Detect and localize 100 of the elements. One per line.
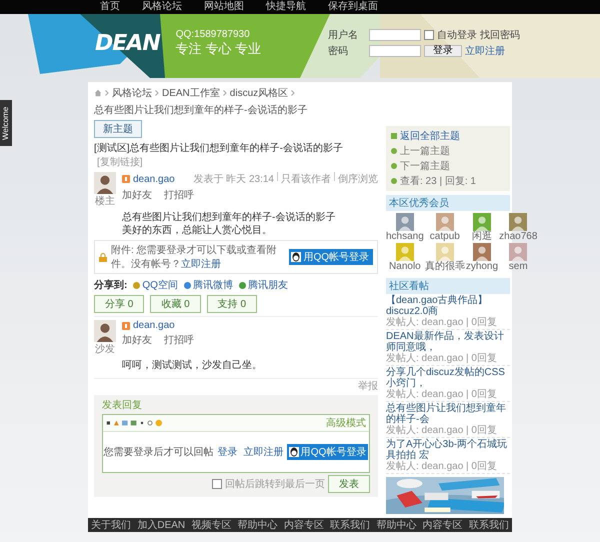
- share-link[interactable]: 腾讯朋友: [238, 278, 288, 292]
- footer-link[interactable]: 视频专区: [191, 518, 232, 532]
- jump-label: 回帖后跳转到最后一页: [225, 478, 325, 491]
- site-logo[interactable]: DEAN: [95, 30, 160, 56]
- share-count-button[interactable]: 支持 0: [206, 295, 258, 313]
- member-link[interactable]: 真的很乖: [424, 243, 465, 272]
- avatar-icon: [472, 243, 491, 261]
- thread-title: 总有些图片让我们想到童年的样子-会说话的影子: [130, 143, 343, 154]
- author-link[interactable]: dean.gao: [133, 174, 175, 184]
- chevron-icon: [222, 90, 227, 96]
- top-nav-link[interactable]: 保存到桌面: [328, 1, 378, 13]
- member-link[interactable]: zhao768: [499, 213, 538, 242]
- author-action-link[interactable]: 加好友: [122, 333, 152, 347]
- chevron-icon: [105, 90, 109, 96]
- reply-title: 发表回复: [102, 398, 143, 412]
- lock-icon: [99, 252, 107, 262]
- new-topic-button[interactable]: 新主题: [94, 120, 142, 138]
- jump-checkbox[interactable]: [212, 479, 222, 489]
- thread-category: [测试区]: [94, 143, 130, 154]
- register-link[interactable]: 立即注册: [181, 259, 221, 270]
- username-field[interactable]: [369, 28, 421, 40]
- footer-link[interactable]: 内容专区: [284, 518, 324, 532]
- breadcrumb-link[interactable]: 总有些图片让我们想到童年的样子-会说话的影子: [94, 103, 308, 117]
- top-nav-link[interactable]: 风格论坛: [142, 1, 182, 13]
- qq-login-button[interactable]: 用QQ帐号登录: [289, 249, 373, 265]
- breadcrumb-link[interactable]: 风格论坛: [112, 86, 152, 100]
- footer-link[interactable]: 加入DEAN: [137, 518, 186, 532]
- avatar-icon: [436, 213, 454, 231]
- member-link[interactable]: zyhong: [466, 243, 498, 272]
- thread-link[interactable]: 【dean.gao古典作品】discuz2.0商: [386, 295, 510, 317]
- thread-link[interactable]: 为了A开心心3b-两个石城玩具拍拍 宏: [386, 439, 510, 461]
- penguin-icon: [291, 252, 302, 262]
- home-icon[interactable]: [94, 89, 102, 97]
- share-label: 分享到:: [94, 278, 128, 292]
- submit-button[interactable]: 发表: [328, 475, 370, 493]
- thread-meta: 发帖人: dean.gao | 0回复: [386, 353, 498, 364]
- footer-link[interactable]: 关于我们: [91, 518, 132, 532]
- auto-login-label: 自动登录: [437, 28, 477, 42]
- avatar-icon: [396, 213, 414, 231]
- top-nav-link[interactable]: 首页: [100, 1, 120, 13]
- thread-link[interactable]: 总有些图片让我们想到童年的样子-会: [386, 403, 510, 425]
- avatar-icon[interactable]: [94, 172, 116, 194]
- post-text: 呵呵，测试测试，沙发自己坐。: [122, 359, 263, 372]
- thread-nav-link[interactable]: 返回全部主题: [400, 129, 460, 143]
- footer-link[interactable]: 帮助中心: [238, 518, 278, 532]
- member-link[interactable]: hchsang: [386, 213, 424, 242]
- advanced-mode-link[interactable]: 高级模式: [326, 416, 366, 430]
- thread-link[interactable]: 分享几个discuz发帖的CSS小窍门，: [386, 367, 510, 389]
- thread-nav-link[interactable]: 下一篇主题: [400, 159, 450, 173]
- footer-link[interactable]: 联系我们: [468, 518, 509, 532]
- attachment-notice: 附件: 您需要登录才可以下载或查看附件。没有帐号？立即注册: [111, 244, 278, 271]
- breadcrumb-link[interactable]: DEAN工作室: [162, 86, 220, 100]
- section-header: 社区看帖: [386, 278, 510, 294]
- slogan: 专注 专心 专业: [176, 40, 261, 58]
- thread-link[interactable]: DEAN最新作品，发表设计师同意哦，: [386, 331, 510, 353]
- thread-meta: 发帖人: dean.gao | 0回复: [386, 389, 498, 400]
- forgot-password-link[interactable]: 找回密码: [480, 28, 520, 42]
- share-count-button[interactable]: 收藏 0: [150, 295, 201, 313]
- reply-editor[interactable]: 高级模式 您需要登录后才可以回帖 登录 立即注册 用QQ帐号登录: [102, 414, 370, 473]
- penguin-icon: [288, 447, 299, 457]
- password-field[interactable]: [369, 44, 421, 56]
- welcome-tab[interactable]: Welcome: [0, 100, 12, 146]
- member-link[interactable]: Nanolo: [386, 243, 424, 272]
- qq-login-button[interactable]: 用QQ帐号登录: [286, 444, 368, 460]
- dot-icon: [391, 148, 397, 154]
- avatar-icon: [436, 243, 454, 261]
- register-link[interactable]: 立即注册: [244, 445, 284, 459]
- avatar-icon[interactable]: [94, 320, 116, 342]
- dot-icon: [391, 163, 397, 169]
- top-nav-link[interactable]: 网站地图: [204, 1, 244, 13]
- author-action-link[interactable]: 打招呼: [164, 333, 194, 347]
- share-count-button[interactable]: 分享 0: [94, 295, 144, 313]
- thread-nav-link[interactable]: 上一篇主题: [400, 144, 450, 158]
- member-link[interactable]: 闲逛: [466, 213, 498, 242]
- username-label: 用户名: [328, 28, 359, 42]
- author-link[interactable]: dean.gao: [133, 320, 175, 331]
- share-link[interactable]: QQ空间: [133, 278, 178, 292]
- login-button[interactable]: 登录: [424, 44, 462, 56]
- author-action-link[interactable]: 打招呼: [164, 188, 194, 202]
- top-nav-link[interactable]: 快捷导航: [266, 1, 306, 13]
- share-link[interactable]: 腾讯微博: [184, 278, 233, 292]
- chevron-icon: [291, 90, 296, 96]
- auto-login-checkbox[interactable]: [424, 30, 434, 40]
- member-link[interactable]: catpub: [424, 213, 465, 242]
- dot-icon: [391, 178, 397, 184]
- login-link[interactable]: 登录: [218, 445, 238, 459]
- section-header: 本区优秀会员: [386, 195, 510, 211]
- avatar-icon: [472, 213, 491, 231]
- author-action-link[interactable]: 加好友: [122, 188, 152, 202]
- register-link[interactable]: 立即注册: [465, 44, 505, 58]
- post-text: 总有些图片让我们想到童年的样子-会说话的影子: [122, 211, 336, 224]
- thread-meta: 发帖人: dean.gao | 0回复: [386, 425, 498, 436]
- post-floor: 沙发: [95, 342, 115, 356]
- square-icon: [391, 133, 397, 139]
- breadcrumb-link[interactable]: discuz风格区: [230, 86, 288, 100]
- footer-link[interactable]: 帮助中心: [376, 518, 416, 532]
- member-link[interactable]: sem: [499, 243, 538, 272]
- footer-link[interactable]: 联系我们: [330, 518, 370, 532]
- footer-link[interactable]: 内容专区: [422, 518, 463, 532]
- thread-meta: 发帖人: dean.gao | 0回复: [386, 461, 498, 472]
